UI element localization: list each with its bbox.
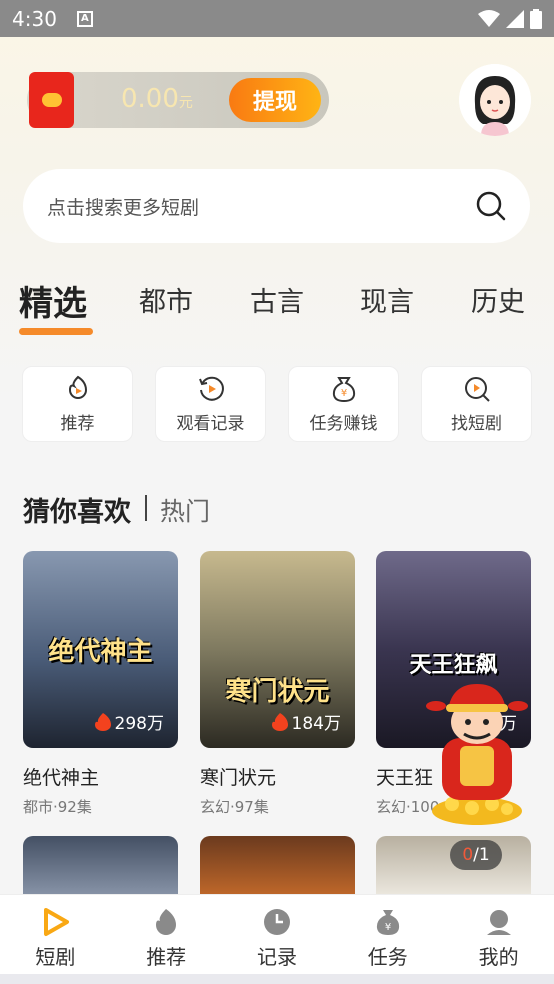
heat-count: 298万 bbox=[94, 709, 164, 734]
drama-poster[interactable]: 绝代神主 298万 bbox=[23, 551, 178, 748]
heat-count: 184万 bbox=[271, 709, 341, 734]
wifi-icon bbox=[478, 9, 500, 27]
search-icon[interactable] bbox=[476, 191, 506, 221]
system-navigation-bar bbox=[0, 974, 554, 984]
tab-history[interactable]: 历史 bbox=[471, 280, 525, 319]
quick-watch-history[interactable]: 观看记录 bbox=[155, 366, 266, 442]
flame-icon bbox=[271, 712, 288, 731]
tab-featured[interactable]: 精选 bbox=[19, 276, 87, 325]
search-bar[interactable]: 点击搜索更多短剧 bbox=[23, 169, 530, 243]
poster-title: 寒门状元 bbox=[225, 677, 330, 707]
wallet-bar[interactable]: 0.00元 提现 bbox=[27, 72, 329, 128]
quick-tasks-earn[interactable]: ¥ 任务赚钱 bbox=[288, 366, 399, 442]
money-bag-icon: ¥ bbox=[376, 910, 399, 935]
svg-text:¥: ¥ bbox=[385, 922, 391, 933]
god-of-wealth-floating-icon[interactable] bbox=[422, 676, 532, 826]
red-packet-icon bbox=[29, 72, 74, 128]
status-bar: 4:30 A bbox=[0, 0, 554, 37]
drama-card[interactable]: 绝代神主 298万 绝代神主 都市·92集 bbox=[23, 551, 178, 817]
quick-recommend[interactable]: 推荐 bbox=[22, 366, 133, 442]
history-play-icon bbox=[198, 376, 224, 401]
nav-tasks[interactable]: ¥ 任务 bbox=[332, 895, 443, 974]
drama-poster[interactable]: 寒门状元 184万 bbox=[200, 551, 355, 748]
poster-title: 天王狂飙 bbox=[409, 653, 498, 678]
drama-poster[interactable] bbox=[200, 836, 355, 896]
notification-a-icon: A bbox=[76, 10, 93, 27]
withdraw-button[interactable]: 提现 bbox=[229, 78, 321, 122]
avatar-illustration-icon bbox=[459, 64, 531, 136]
clock-icon bbox=[263, 909, 290, 935]
search-play-icon bbox=[464, 376, 490, 402]
flame-icon bbox=[94, 712, 111, 731]
drama-meta: 玄幻·97集 bbox=[200, 798, 269, 816]
drama-name[interactable]: 寒门状元 bbox=[200, 763, 355, 790]
avatar[interactable] bbox=[459, 64, 531, 136]
category-tabs: 精选 都市 古言 现言 历史 bbox=[0, 280, 554, 340]
play-icon bbox=[44, 908, 70, 936]
svg-text:¥: ¥ bbox=[340, 388, 346, 399]
bottom-nav: 短剧 推荐 记录 ¥ 任务 我的 bbox=[0, 894, 554, 974]
nav-recommend[interactable]: 推荐 bbox=[111, 895, 222, 974]
drama-card[interactable]: 寒门状元 184万 寒门状元 玄幻·97集 bbox=[200, 551, 355, 817]
tab-modern-romance[interactable]: 现言 bbox=[360, 280, 414, 319]
section-subtitle[interactable]: 热门 bbox=[160, 492, 210, 528]
drama-meta: 都市·92集 bbox=[23, 798, 92, 816]
page-counter: 0/1 bbox=[450, 840, 502, 870]
section-title: 猜你喜欢 bbox=[23, 497, 131, 528]
drama-name[interactable]: 绝代神主 bbox=[23, 763, 178, 790]
poster-title: 绝代神主 bbox=[48, 637, 153, 667]
tab-ancient-romance[interactable]: 古言 bbox=[250, 280, 304, 319]
money-bag-icon: ¥ bbox=[332, 376, 355, 402]
status-time: 4:30 bbox=[12, 6, 57, 31]
tab-urban[interactable]: 都市 bbox=[139, 280, 193, 319]
wallet-amount: 0.00元 bbox=[121, 84, 193, 114]
battery-icon bbox=[530, 8, 542, 29]
flame-icon bbox=[156, 909, 177, 935]
flame-play-icon bbox=[68, 375, 87, 399]
nav-history[interactable]: 记录 bbox=[222, 895, 333, 974]
drama-poster[interactable] bbox=[23, 836, 178, 896]
active-tab-indicator bbox=[19, 328, 93, 335]
section-divider bbox=[145, 495, 147, 521]
search-input[interactable]: 点击搜索更多短剧 bbox=[47, 193, 476, 220]
user-icon bbox=[486, 910, 511, 935]
quick-find-drama[interactable]: 找短剧 bbox=[421, 366, 532, 442]
nav-profile[interactable]: 我的 bbox=[443, 895, 554, 974]
signal-icon bbox=[506, 9, 524, 28]
nav-shorts[interactable]: 短剧 bbox=[0, 895, 111, 974]
